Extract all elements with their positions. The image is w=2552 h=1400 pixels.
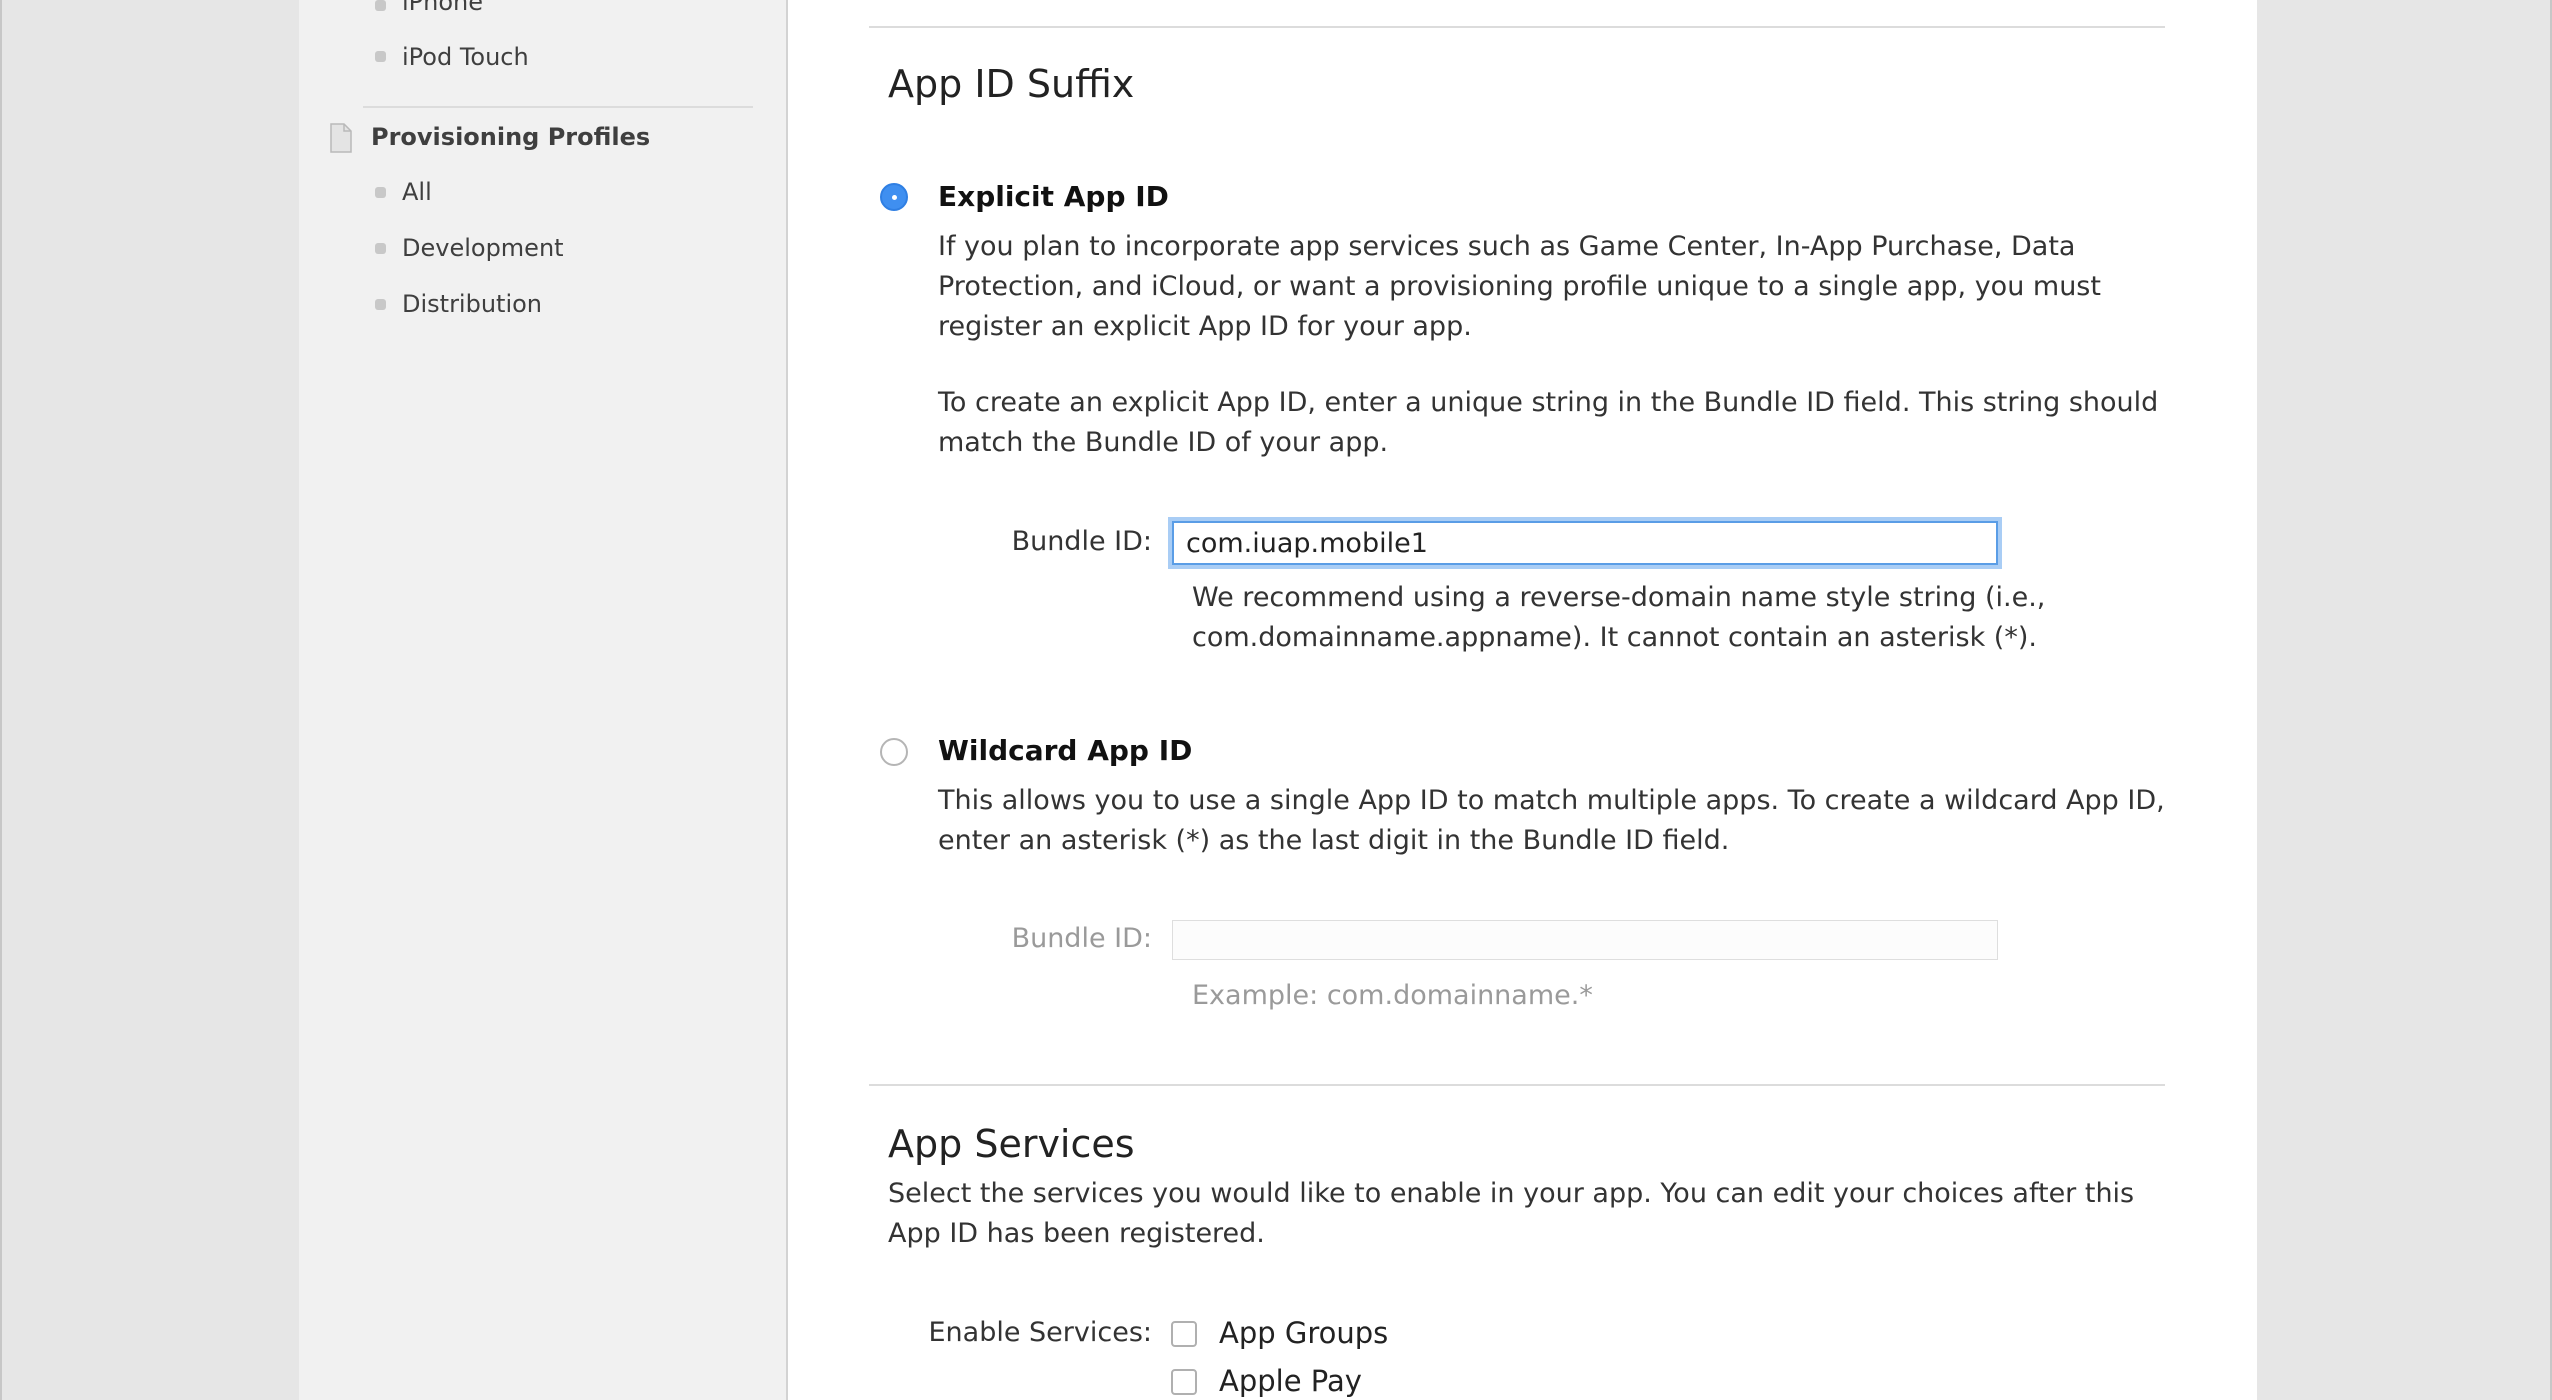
bullet-icon: [375, 243, 386, 254]
sidebar-item-label: iPod Touch: [402, 43, 529, 71]
apple-pay-label[interactable]: Apple Pay: [1219, 1364, 1362, 1398]
app-services-description: Select the services you would like to en…: [888, 1178, 2135, 1249]
sidebar-heading-provisioning-profiles[interactable]: Provisioning Profiles: [371, 122, 650, 152]
explicit-bundle-id-input[interactable]: [1172, 521, 1998, 565]
explicit-app-id-description: If you plan to incorporate app services …: [938, 231, 2101, 342]
explicit-app-id-instructions: To create an explicit App ID, enter a un…: [938, 387, 2159, 458]
wildcard-app-id-description: This allows you to use a single App ID t…: [938, 785, 2165, 856]
app-services-title: App Services: [888, 1122, 1135, 1166]
bundle-id-recommendation: We recommend using a reverse-domain name…: [1192, 582, 2046, 653]
wildcard-bundle-id-input[interactable]: [1172, 920, 1998, 960]
window-left-edge: [0, 0, 2, 1400]
document-icon: [330, 123, 352, 153]
enable-services-label: Enable Services:: [928, 1317, 1152, 1348]
wildcard-example: Example: com.domainname.*: [1192, 980, 1593, 1011]
explicit-bundle-id-label: Bundle ID:: [1011, 526, 1152, 557]
sidebar: iPhone iPod Touch Provisioning Profiles …: [299, 0, 788, 1400]
section-divider-top: [869, 26, 2165, 28]
app-id-registration-page: iPhone iPod Touch Provisioning Profiles …: [299, 0, 2257, 1400]
sidebar-item-label: All: [402, 178, 432, 206]
sidebar-item-label: Distribution: [402, 290, 543, 318]
explicit-app-id-label[interactable]: Explicit App ID: [938, 180, 1169, 214]
bullet-icon: [375, 187, 386, 198]
wildcard-app-id-label[interactable]: Wildcard App ID: [938, 734, 1192, 768]
app-groups-label[interactable]: App Groups: [1219, 1316, 1388, 1350]
section-divider-services: [869, 1084, 2165, 1086]
app-id-suffix-title: App ID Suffix: [888, 62, 1135, 106]
bullet-icon: [375, 299, 386, 310]
bullet-icon: [375, 51, 386, 62]
wildcard-app-id-radio[interactable]: [880, 738, 908, 766]
apple-pay-checkbox[interactable]: [1171, 1369, 1197, 1395]
bullet-icon: [375, 0, 386, 11]
explicit-app-id-radio[interactable]: [880, 183, 908, 211]
sidebar-divider: [363, 106, 753, 108]
app-groups-checkbox[interactable]: [1171, 1321, 1197, 1347]
sidebar-item-label: iPhone: [402, 0, 484, 16]
wildcard-bundle-id-label: Bundle ID:: [1011, 923, 1152, 954]
sidebar-item-label: Development: [402, 234, 564, 262]
